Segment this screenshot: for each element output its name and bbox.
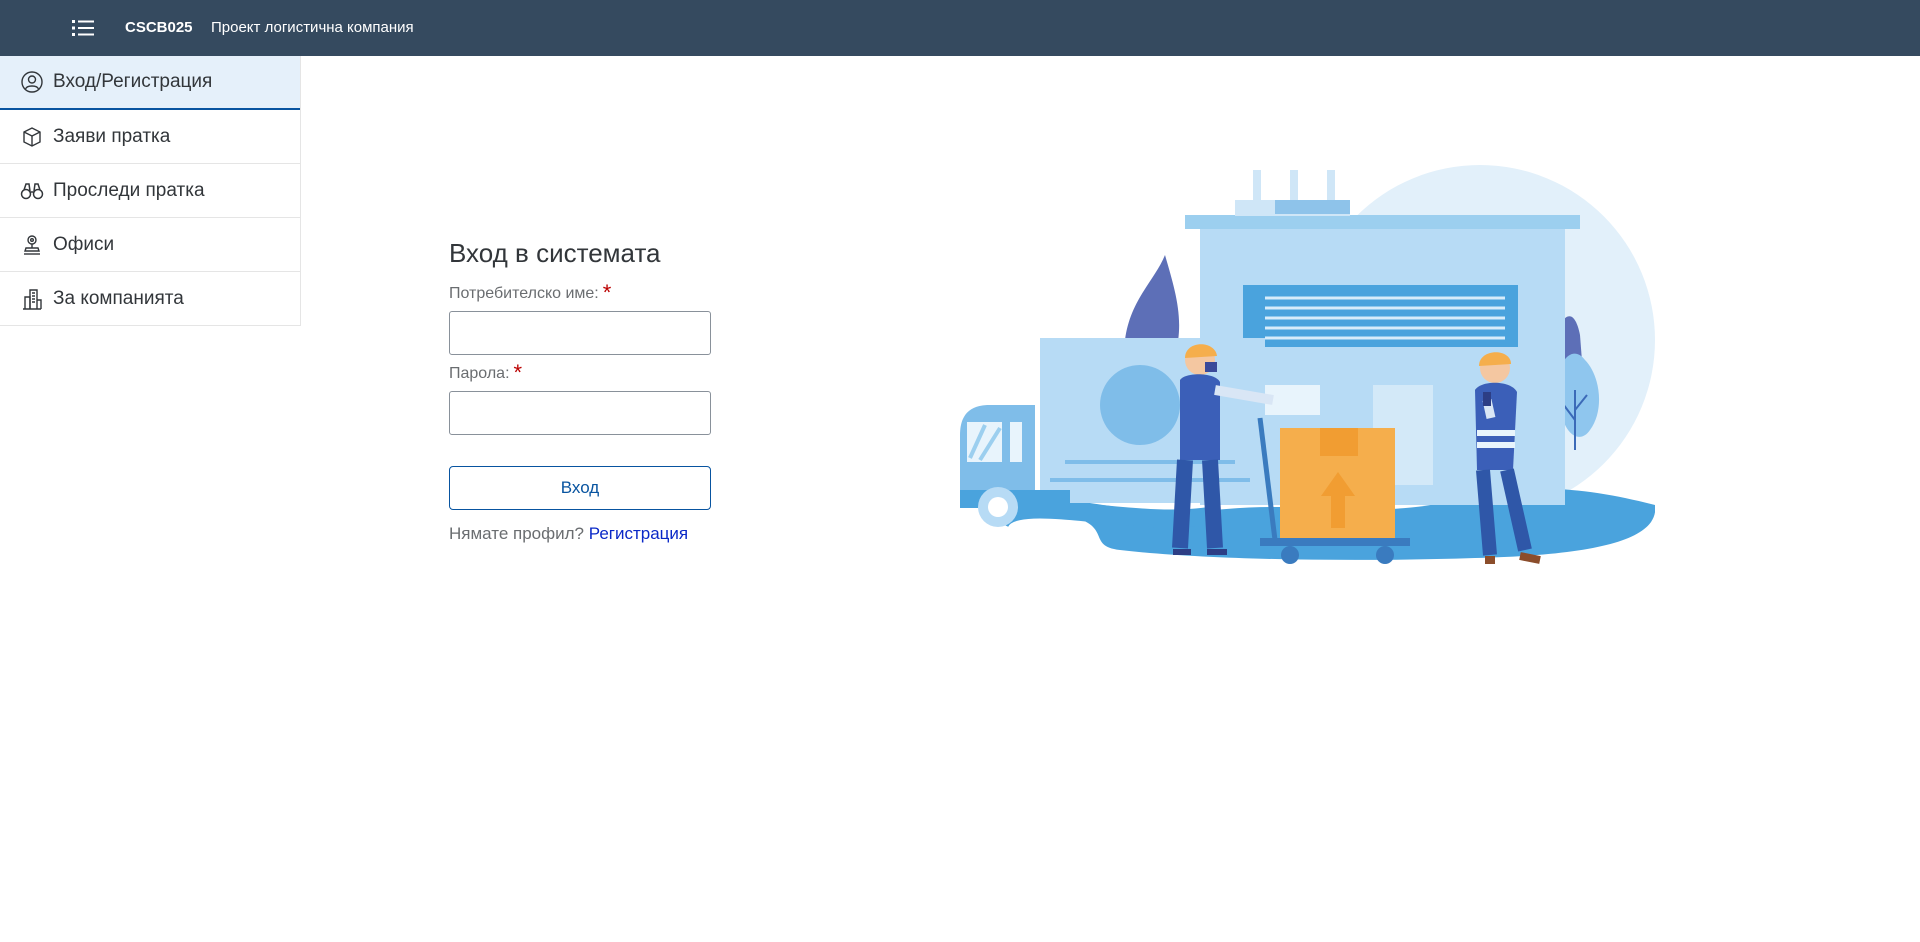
sidebar-item-create-shipment[interactable]: Заяви пратка [0,110,300,164]
menu-button[interactable] [70,16,96,40]
location-stand-icon [20,233,44,257]
register-line: Нямате профил? Регистрация [449,524,719,544]
list-icon [72,20,94,36]
required-mark: * [602,280,612,305]
sidebar-item-label: Офиси [53,233,115,255]
username-input[interactable] [449,311,711,355]
company-building-icon [20,287,44,311]
required-mark: * [513,360,523,385]
logistics-illustration [960,165,1655,564]
login-form: Вход в системата Потребителско име: * Па… [449,238,719,544]
username-label: Потребителско име: * [449,280,719,305]
sidebar-item-label: Проследи пратка [53,179,205,201]
login-button[interactable]: Вход [449,466,711,510]
shell-bar: CSCB025 Проект логистична компания [0,0,1920,56]
sidebar-item-label: Заяви пратка [53,125,171,147]
app-title: Проект логистична компания [211,19,414,36]
no-profile-text: Нямате профил? [449,524,584,543]
sidebar-item-track-shipment[interactable]: Проследи пратка [0,164,300,218]
sidebar-item-about[interactable]: За компанията [0,272,300,326]
user-circle-icon [20,70,44,94]
password-input[interactable] [449,391,711,435]
password-label-text: Парола: [449,365,510,382]
username-label-text: Потребителско име: [449,285,599,302]
sidebar-item-label: Вход/Регистрация [53,71,213,92]
package-icon [20,125,44,149]
form-title: Вход в системата [449,238,661,268]
sidebar-item-label: За компанията [53,287,184,309]
password-label: Парола: * [449,360,719,385]
sidebar: Вход/Регистрация Заяви пратка Проследи п… [0,56,301,326]
register-link[interactable]: Регистрация [589,524,688,543]
app-id: CSCB025 [125,19,193,36]
sidebar-item-offices[interactable]: Офиси [0,218,300,272]
sidebar-item-login[interactable]: Вход/Регистрация [0,56,300,110]
binoculars-icon [20,179,44,203]
